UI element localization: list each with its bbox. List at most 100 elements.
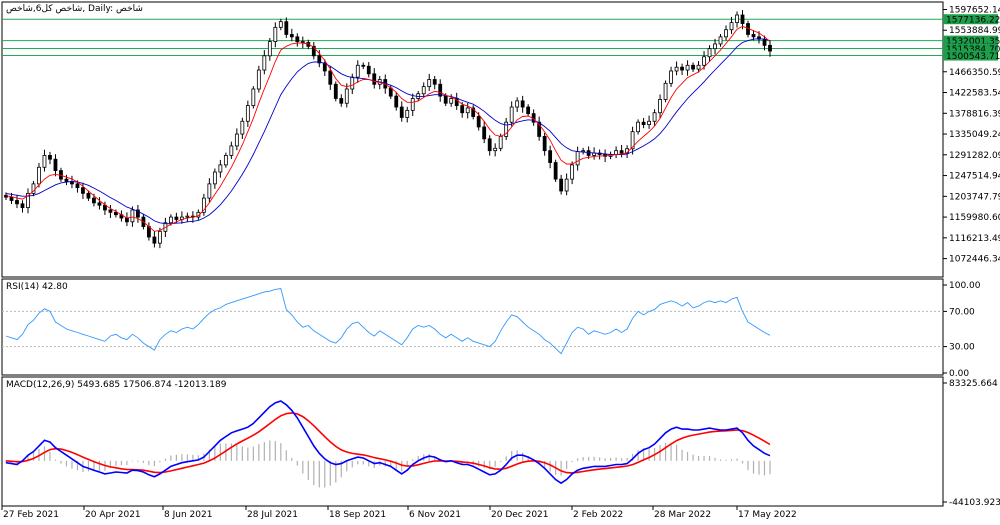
trading-chart[interactable]: 1597652.14 1553884.99 1466350.59 1422583.54… — [0, 0, 1000, 521]
rsi-panel[interactable] — [1, 278, 944, 376]
candle-body — [619, 150, 624, 154]
candle-body — [509, 106, 514, 123]
x-tick-label: 18 Sep 2021 — [329, 510, 386, 520]
candle-body — [707, 48, 712, 58]
candle-body — [559, 178, 564, 192]
price-y-tick-label: 1597652.14 — [949, 5, 1000, 15]
candle-body — [658, 99, 662, 114]
candle-body — [652, 112, 657, 122]
candle-body — [432, 79, 437, 85]
candle-body — [278, 21, 283, 28]
candle-body — [762, 38, 767, 46]
x-tick-label: 28 Jul 2021 — [247, 510, 298, 520]
x-tick-label: 17 May 2022 — [738, 510, 797, 520]
candle-body — [350, 76, 355, 90]
candle-body — [152, 236, 157, 244]
candle-body — [267, 41, 272, 57]
price-level-tag-label: 1500543.71 — [946, 52, 1000, 62]
candle-body — [86, 192, 91, 199]
candle-body — [663, 82, 668, 100]
candle-body — [581, 150, 586, 153]
x-tick-label: 8 Jun 2021 — [164, 510, 212, 520]
candle-body — [729, 22, 734, 31]
candle-body — [740, 14, 745, 24]
candle-body — [53, 158, 58, 171]
candle-body — [575, 151, 580, 166]
candle-body — [361, 64, 366, 67]
candle-body — [20, 203, 25, 208]
candle-body — [735, 14, 739, 24]
rsi-y-tick-label: 0.00 — [949, 369, 969, 379]
candle-body — [229, 145, 234, 156]
candle-body — [284, 21, 289, 35]
x-tick-label: 28 Mar 2022 — [654, 510, 711, 520]
candle-body — [185, 215, 190, 218]
price-y-tick-label: 1553884.99 — [949, 26, 1000, 36]
price-panel[interactable] — [1, 1, 944, 278]
candle-body — [245, 105, 250, 122]
candle-body — [526, 106, 531, 115]
candle-body — [75, 183, 80, 189]
candle-body — [157, 230, 162, 244]
candle-body — [174, 216, 179, 220]
candle-body — [108, 209, 113, 213]
candle-body — [410, 98, 415, 111]
rsi-y-tick-label: 100.00 — [949, 281, 981, 291]
candle-body — [460, 105, 465, 114]
candle-body — [64, 178, 69, 182]
candle-body — [147, 226, 151, 238]
candle-body — [636, 121, 640, 133]
candle-body — [9, 196, 14, 201]
candle-body — [125, 217, 129, 223]
candle-body — [388, 87, 393, 97]
candle-body — [493, 147, 498, 152]
macd-label: MACD(12,26,9) 5493.685 17506.874 -12013.… — [6, 380, 227, 390]
candle-body — [42, 155, 47, 168]
candle-body — [449, 98, 454, 104]
candle-body — [564, 178, 569, 192]
candle-body — [399, 106, 404, 118]
candle-body — [641, 121, 646, 125]
price-y-tick-label: 1422583.54 — [949, 89, 1000, 99]
candle-body — [421, 86, 426, 95]
candle-body — [207, 183, 212, 199]
candle-body — [262, 55, 267, 71]
candle-body — [669, 70, 673, 84]
candle-body — [696, 64, 701, 70]
candle-body — [366, 65, 371, 75]
candle-body — [685, 64, 690, 71]
candle-body — [130, 209, 135, 223]
candle-body — [548, 150, 553, 163]
candle-body — [355, 64, 360, 78]
candle-body — [300, 41, 305, 43]
rsi-y-tick-label: 30.00 — [949, 343, 975, 353]
candle-body — [691, 64, 695, 70]
price-y-tick-label: 1335049.24 — [949, 130, 1000, 140]
candle-body — [713, 43, 717, 50]
macd-y-tick-label: -44103.923 — [949, 498, 1000, 508]
rsi-label: RSI(14) 42.80 — [6, 282, 68, 292]
candle-body — [223, 155, 228, 166]
candle-body — [256, 69, 261, 90]
candle-body — [295, 36, 300, 42]
candle-body — [465, 107, 470, 114]
candle-body — [218, 164, 223, 173]
candle-body — [542, 136, 547, 152]
candle-body — [476, 116, 481, 128]
rsi-y-tick-label: 70.00 — [949, 307, 975, 317]
candle-body — [289, 34, 294, 38]
chart-svg[interactable]: 1597652.14 1553884.99 1466350.59 1422583.54… — [0, 0, 1000, 521]
candle-body — [240, 120, 245, 135]
candle-body — [680, 66, 684, 71]
macd-panel[interactable] — [1, 376, 944, 507]
candle-body — [328, 70, 333, 85]
candle-body — [702, 56, 706, 66]
price-y-tick-label: 1466350.59 — [949, 68, 1000, 78]
candle-body — [273, 26, 278, 42]
x-tick-label: 2 Feb 2022 — [573, 510, 623, 520]
candle-body — [339, 98, 344, 104]
candle-body — [333, 83, 338, 99]
candle-body — [92, 197, 96, 204]
candle-body — [443, 95, 448, 104]
candle-body — [81, 187, 85, 194]
